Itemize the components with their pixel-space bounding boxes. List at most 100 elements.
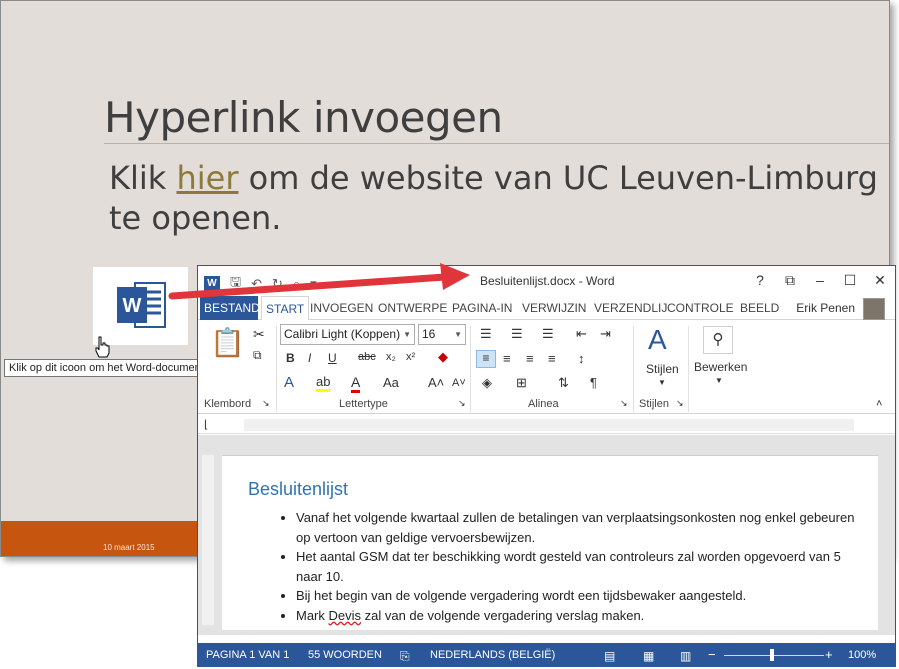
slide-body-text-start: Klik: [109, 159, 177, 197]
underline-button[interactable]: U: [328, 351, 337, 365]
collapse-ribbon-icon[interactable]: ˄: [876, 398, 882, 410]
maximize-icon[interactable]: ☐: [837, 270, 863, 290]
user-avatar[interactable]: [863, 298, 885, 320]
print-layout-icon[interactable]: ▦: [643, 649, 654, 663]
zoom-level[interactable]: 100%: [848, 649, 876, 661]
italic-button[interactable]: I: [308, 351, 311, 365]
editing-button[interactable]: Bewerken: [694, 360, 747, 374]
word-logo-icon: W: [204, 276, 220, 292]
save-icon[interactable]: 🖫: [230, 273, 241, 295]
cut-icon[interactable]: ✂: [253, 326, 265, 343]
ribbon: 📋 ✂ ⧉ Klembord ↘ Calibri Light (Koppen) ▼…: [198, 320, 895, 414]
hand-cursor-icon: [95, 336, 110, 358]
highlight-button[interactable]: ab: [316, 374, 331, 392]
subscript-button[interactable]: x₂: [386, 351, 396, 363]
quick-access-toolbar: W 🖫 ↶ ↻ ⌕ ▾: [204, 273, 317, 295]
clear-formatting-icon[interactable]: ◆: [438, 349, 448, 365]
stijlen-launcher-icon[interactable]: ↘: [676, 398, 684, 409]
styles-icon[interactable]: A: [648, 324, 667, 356]
group-divider: [688, 326, 689, 412]
change-case-button[interactable]: Aa: [383, 375, 399, 390]
shrink-font-button[interactable]: A˅: [452, 377, 466, 389]
slide-body: Klik hier om de website van UC Leuven-Li…: [109, 158, 889, 238]
document-page[interactable]: Besluitenlijst Vanaf het volgende kwarta…: [222, 455, 878, 630]
web-layout-icon[interactable]: ▥: [680, 649, 691, 663]
align-right-button[interactable]: ≡: [526, 351, 534, 366]
tab-ontwerpen[interactable]: ONTWERPE: [374, 296, 451, 320]
copy-icon[interactable]: ⧉: [253, 348, 262, 363]
horizontal-ruler[interactable]: ⌊: [198, 416, 895, 434]
styles-button[interactable]: Stijlen: [646, 362, 679, 376]
word-window: W 🖫 ↶ ↻ ⌕ ▾ Besluitenlijst.docx - Word ?…: [197, 265, 896, 667]
list-item: Mark Devis zal van de volgende vergaderi…: [296, 606, 862, 626]
tab-invoegen[interactable]: INVOEGEN: [306, 296, 377, 320]
language[interactable]: NEDERLANDS (BELGIË): [430, 649, 555, 661]
tab-verwijzingen[interactable]: VERWIJZIN: [518, 296, 590, 320]
attach-icon[interactable]: ⌕: [293, 276, 300, 292]
sort-button[interactable]: ⇅: [558, 375, 569, 391]
group-label-lettertype: Lettertype: [339, 398, 388, 410]
chevron-down-icon: ▼: [454, 330, 462, 339]
word-document-icon[interactable]: W: [113, 277, 169, 333]
binoculars-icon[interactable]: ⚲: [703, 326, 733, 354]
font-name-dropdown[interactable]: Calibri Light (Koppen) ▼: [280, 324, 415, 345]
superscript-button[interactable]: x²: [406, 351, 415, 363]
tab-controleren[interactable]: CONTROLE: [663, 296, 738, 320]
help-icon[interactable]: ?: [747, 270, 773, 290]
tab-selector-icon[interactable]: ⌊: [204, 418, 208, 431]
redo-icon[interactable]: ↻: [272, 276, 283, 292]
group-label-stijlen: Stijlen: [639, 398, 669, 410]
undo-icon[interactable]: ↶: [251, 276, 262, 292]
line-spacing-button[interactable]: ↕: [578, 351, 585, 366]
ruler-track: [244, 419, 854, 431]
hier-hyperlink[interactable]: hier: [176, 159, 238, 197]
list-item: Bij het begin van de volgende vergaderin…: [296, 586, 862, 606]
minimize-icon[interactable]: –: [807, 270, 833, 290]
increase-indent-button[interactable]: ⇥: [600, 326, 611, 342]
justify-button[interactable]: ≡: [548, 351, 556, 366]
klembord-launcher-icon[interactable]: ↘: [262, 398, 270, 409]
list-item: Het aantal GSM dat ter beschikking wordt…: [296, 547, 862, 586]
zoom-slider[interactable]: [724, 655, 824, 656]
zoom-in-icon[interactable]: +: [825, 647, 833, 662]
read-mode-icon[interactable]: ▤: [604, 649, 615, 663]
zoom-slider-thumb[interactable]: [770, 649, 774, 661]
show-formatting-button[interactable]: ¶: [590, 375, 597, 390]
borders-button[interactable]: ⊞: [516, 375, 527, 391]
document-area: Besluitenlijst Vanaf het volgende kwarta…: [198, 435, 895, 635]
tab-beeld[interactable]: BEELD: [736, 296, 783, 320]
bullets-button[interactable]: ☰: [480, 326, 492, 342]
chevron-down-icon[interactable]: ▼: [658, 378, 666, 387]
text-effects-button[interactable]: A: [284, 374, 294, 391]
lettertype-launcher-icon[interactable]: ↘: [458, 398, 466, 409]
slide-divider: [104, 143, 889, 144]
title-bar: W 🖫 ↶ ↻ ⌕ ▾ Besluitenlijst.docx - Word ?…: [198, 266, 895, 296]
font-color-button[interactable]: A: [351, 374, 361, 393]
word-count[interactable]: 55 WOORDEN: [308, 649, 382, 661]
proofing-icon[interactable]: ⎘: [400, 649, 410, 664]
tab-start[interactable]: START: [261, 296, 310, 321]
chevron-down-icon[interactable]: ▼: [715, 376, 723, 385]
page-count[interactable]: PAGINA 1 VAN 1: [206, 649, 289, 661]
numbering-button[interactable]: ☰: [511, 326, 523, 342]
decrease-indent-button[interactable]: ⇤: [576, 326, 587, 342]
bold-button[interactable]: B: [286, 351, 295, 365]
font-size-dropdown[interactable]: 16 ▼: [418, 324, 466, 345]
shading-button[interactable]: ◈: [482, 375, 492, 391]
grow-font-button[interactable]: A˄: [428, 375, 444, 390]
align-center-button[interactable]: ≡: [503, 351, 511, 366]
vertical-ruler[interactable]: [202, 455, 214, 625]
ribbon-display-icon[interactable]: ⧉: [777, 270, 803, 290]
strikethrough-button[interactable]: abc: [358, 351, 376, 363]
tab-pagina-indeling[interactable]: PAGINA-IN: [448, 296, 516, 320]
close-icon[interactable]: ✕: [867, 270, 893, 290]
customize-qat-icon[interactable]: ▾: [310, 276, 317, 292]
tab-bestand[interactable]: BESTAND: [200, 296, 260, 320]
alinea-launcher-icon[interactable]: ↘: [620, 398, 628, 409]
align-left-button[interactable]: ≡: [476, 350, 496, 368]
multilevel-list-button[interactable]: ☰: [542, 326, 554, 342]
zoom-out-icon[interactable]: −: [708, 647, 716, 662]
tab-verzendlijsten[interactable]: VERZENDLIJ: [590, 296, 671, 320]
user-name[interactable]: Erik Penen: [796, 296, 855, 320]
paste-icon[interactable]: 📋: [210, 326, 245, 359]
